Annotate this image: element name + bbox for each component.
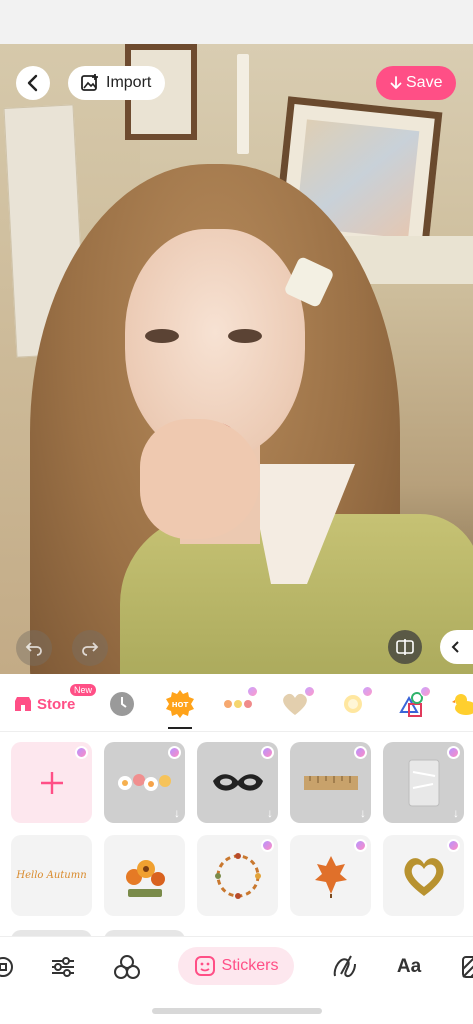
- ruler-tape-sticker-icon: [303, 775, 358, 790]
- hot-badge-icon: HOT: [166, 690, 194, 718]
- vip-icon: [247, 686, 258, 697]
- redo-button[interactable]: [72, 630, 108, 666]
- sticker-item-ruler-tape[interactable]: ↓: [290, 742, 371, 823]
- active-tab-indicator: [168, 727, 192, 729]
- tool-draw-button[interactable]: [328, 951, 362, 983]
- text-tool-label: Aa: [396, 956, 422, 977]
- category-shapes-tab[interactable]: [394, 686, 431, 720]
- photo-candle: [237, 54, 249, 154]
- download-icon: ↓: [360, 806, 366, 820]
- compare-button[interactable]: [388, 630, 422, 664]
- tool-adjust-button[interactable]: [46, 951, 80, 983]
- vip-icon: [447, 746, 460, 759]
- hot-tab[interactable]: HOT: [164, 688, 196, 720]
- tool-filter-button[interactable]: [0, 951, 20, 983]
- gold-heart-frame-sticker-icon: [403, 857, 444, 896]
- store-icon: [15, 697, 31, 711]
- sliders-icon: [52, 957, 74, 977]
- vip-icon: [168, 746, 181, 759]
- clock-icon: [110, 692, 134, 716]
- sticker-panel: Store New HOT ↓ ↓ ↓ ↓ Hello Autumn: [0, 674, 473, 936]
- hello-autumn-text: Hello Autumn: [16, 870, 87, 881]
- plastic-bag-sticker-icon: [408, 759, 439, 806]
- status-bar: [0, 0, 473, 44]
- category-heart-tab[interactable]: [278, 686, 315, 720]
- category-flowers-tab[interactable]: [220, 686, 258, 720]
- import-button[interactable]: Import: [68, 66, 166, 100]
- three-circles-icon: [114, 955, 140, 979]
- sticker-item-hello-autumn[interactable]: Hello Autumn: [11, 835, 92, 916]
- sticker-item-gold-heart-frame[interactable]: [383, 835, 464, 916]
- leaf-wreath-sticker-icon: [214, 852, 261, 899]
- compare-icon: [396, 639, 414, 655]
- photo-eye-left: [145, 329, 179, 343]
- save-label: Save: [406, 74, 443, 91]
- store-label: Store: [37, 695, 76, 713]
- tool-text-button[interactable]: Aa: [392, 951, 426, 983]
- flowers-thumb-icon: [224, 700, 252, 708]
- collapse-panel-button[interactable]: [440, 630, 473, 664]
- filter-icon: [0, 957, 13, 977]
- sticker-item-lace-mask[interactable]: ↓: [197, 742, 278, 823]
- undo-button[interactable]: [16, 630, 52, 666]
- vip-icon: [75, 746, 88, 759]
- sticker-icon: [194, 956, 215, 976]
- category-sparkle-tab[interactable]: [336, 686, 373, 720]
- texture-icon: [462, 956, 473, 978]
- chevron-left-icon: [451, 641, 459, 653]
- vip-icon: [362, 686, 373, 697]
- sticker-grid: ↓ ↓ ↓ ↓ Hello Autumn: [11, 742, 464, 916]
- undo-icon: [25, 642, 42, 656]
- autumn-leaves-sticker-icon: [314, 855, 347, 898]
- sticker-item-plastic-bag[interactable]: ↓: [383, 742, 464, 823]
- new-badge: New: [70, 684, 97, 696]
- tool-texture-button[interactable]: [456, 951, 473, 983]
- hot-label: HOT: [172, 701, 189, 709]
- vip-icon: [420, 686, 431, 697]
- vip-icon: [261, 839, 274, 852]
- vip-icon: [261, 746, 274, 759]
- vip-icon: [354, 746, 367, 759]
- save-button[interactable]: Save: [376, 66, 457, 100]
- sticker-category-bar[interactable]: Store New HOT: [0, 674, 473, 732]
- download-icon: ↓: [267, 806, 273, 820]
- back-button[interactable]: [16, 66, 50, 100]
- bottom-toolbar: Stickers Aa: [0, 936, 473, 996]
- plus-icon: [40, 771, 63, 794]
- vip-icon: [304, 686, 315, 697]
- download-icon: ↓: [174, 806, 180, 820]
- photo-hand: [140, 419, 260, 539]
- stickers-label: Stickers: [221, 957, 279, 974]
- heart-thumb-icon: [283, 693, 307, 715]
- chevron-left-icon: [27, 74, 38, 92]
- recent-tab[interactable]: [108, 688, 136, 720]
- sticker-item-autumn-flowers[interactable]: [104, 835, 185, 916]
- store-tab[interactable]: Store: [14, 688, 75, 720]
- redo-icon: [82, 642, 99, 656]
- sticker-item-flowers[interactable]: ↓: [104, 742, 185, 823]
- download-icon: ↓: [453, 806, 459, 820]
- lace-mask-sticker-icon: [212, 773, 263, 791]
- import-image-icon: [81, 74, 98, 91]
- download-arrow-icon: [390, 76, 402, 90]
- sticker-item-autumn-leaves[interactable]: [290, 835, 371, 916]
- tool-effects-button[interactable]: [110, 951, 144, 983]
- home-indicator: [152, 1008, 322, 1014]
- category-duck-tab[interactable]: [450, 688, 473, 720]
- brush-scribble-icon: [333, 955, 356, 978]
- photo-canvas[interactable]: [0, 44, 473, 674]
- import-label: Import: [106, 74, 152, 91]
- vip-icon: [354, 839, 367, 852]
- photo-eye-right: [228, 329, 262, 343]
- sticker-item-leaf-wreath[interactable]: [197, 835, 278, 916]
- tool-stickers-button[interactable]: Stickers: [178, 947, 294, 985]
- add-sticker-button[interactable]: [11, 742, 92, 823]
- flowers-sticker-icon: [117, 773, 171, 791]
- vip-icon: [447, 839, 460, 852]
- autumn-flowers-sticker-icon: [125, 859, 165, 897]
- duck-thumb-icon: [452, 694, 473, 715]
